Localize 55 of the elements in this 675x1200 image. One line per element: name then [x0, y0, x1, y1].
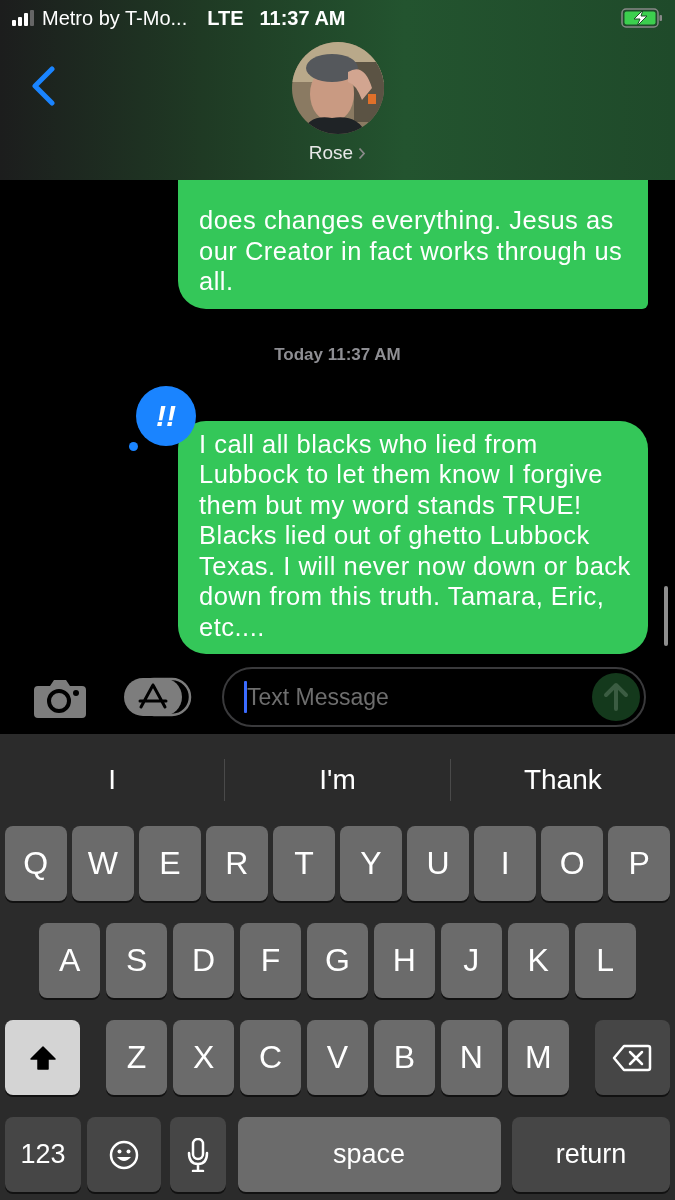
- letter-key[interactable]: W: [72, 826, 134, 901]
- letter-key[interactable]: G: [306, 923, 369, 998]
- timestamp: Today 11:37 AM: [274, 344, 401, 365]
- letter-key[interactable]: K: [507, 923, 569, 998]
- shift-arrow-icon: [29, 1045, 56, 1070]
- backspace-icon: [612, 1043, 653, 1072]
- letter-key[interactable]: C: [239, 1020, 302, 1095]
- contact-name[interactable]: Rose: [308, 142, 354, 164]
- suggestion[interactable]: I: [0, 750, 225, 810]
- letter-key[interactable]: B: [373, 1020, 436, 1095]
- back-icon[interactable]: [30, 66, 56, 106]
- reaction-dot-icon: [129, 441, 138, 451]
- microphone-icon: [187, 1137, 209, 1172]
- numbers-key[interactable]: 123: [5, 1117, 81, 1192]
- text-input[interactable]: Text Message: [247, 683, 592, 711]
- letter-key[interactable]: U: [407, 826, 469, 901]
- letter-key[interactable]: M: [507, 1020, 570, 1095]
- reaction-badge[interactable]: !!: [136, 385, 196, 446]
- suggestion[interactable]: I'm: [225, 750, 450, 810]
- network-type: LTE: [207, 6, 244, 30]
- app-store-icon[interactable]: [124, 676, 192, 718]
- dictation-key[interactable]: [170, 1117, 226, 1192]
- letter-key[interactable]: E: [139, 826, 201, 901]
- letter-key[interactable]: A: [39, 923, 101, 998]
- letter-key[interactable]: F: [239, 923, 302, 998]
- letter-key[interactable]: Q: [5, 826, 67, 901]
- letter-key[interactable]: Y: [340, 826, 402, 901]
- send-icon[interactable]: [592, 673, 640, 721]
- emoji-key[interactable]: [86, 1117, 161, 1192]
- delete-key[interactable]: [594, 1020, 670, 1095]
- suggestion[interactable]: Thank: [450, 750, 675, 810]
- message-field[interactable]: Text Message: [222, 667, 646, 727]
- chevron-icon: [358, 146, 367, 160]
- space-key[interactable]: space: [237, 1117, 501, 1192]
- letter-key[interactable]: X: [172, 1020, 235, 1095]
- letter-key[interactable]: O: [541, 826, 603, 901]
- letter-key[interactable]: Z: [105, 1020, 168, 1095]
- shift-key[interactable]: [5, 1020, 81, 1095]
- letter-key[interactable]: N: [440, 1020, 503, 1095]
- letter-key[interactable]: H: [373, 923, 436, 998]
- letter-key[interactable]: V: [306, 1020, 369, 1095]
- return-key[interactable]: return: [512, 1117, 670, 1192]
- emoji-icon: [108, 1139, 139, 1170]
- letter-key[interactable]: T: [273, 826, 335, 901]
- letter-key[interactable]: D: [172, 923, 235, 998]
- letter-key[interactable]: S: [105, 923, 168, 998]
- status-time: 11:37 AM: [259, 6, 346, 30]
- letter-key[interactable]: J: [440, 923, 503, 998]
- signal-icon: [12, 10, 34, 26]
- scroll-indicator: [664, 586, 668, 646]
- letter-key[interactable]: L: [574, 923, 636, 998]
- letter-key[interactable]: R: [206, 826, 268, 901]
- letter-key[interactable]: P: [608, 826, 670, 901]
- carrier-name: Metro by T-Mo...: [42, 6, 188, 30]
- letter-key[interactable]: I: [474, 826, 536, 901]
